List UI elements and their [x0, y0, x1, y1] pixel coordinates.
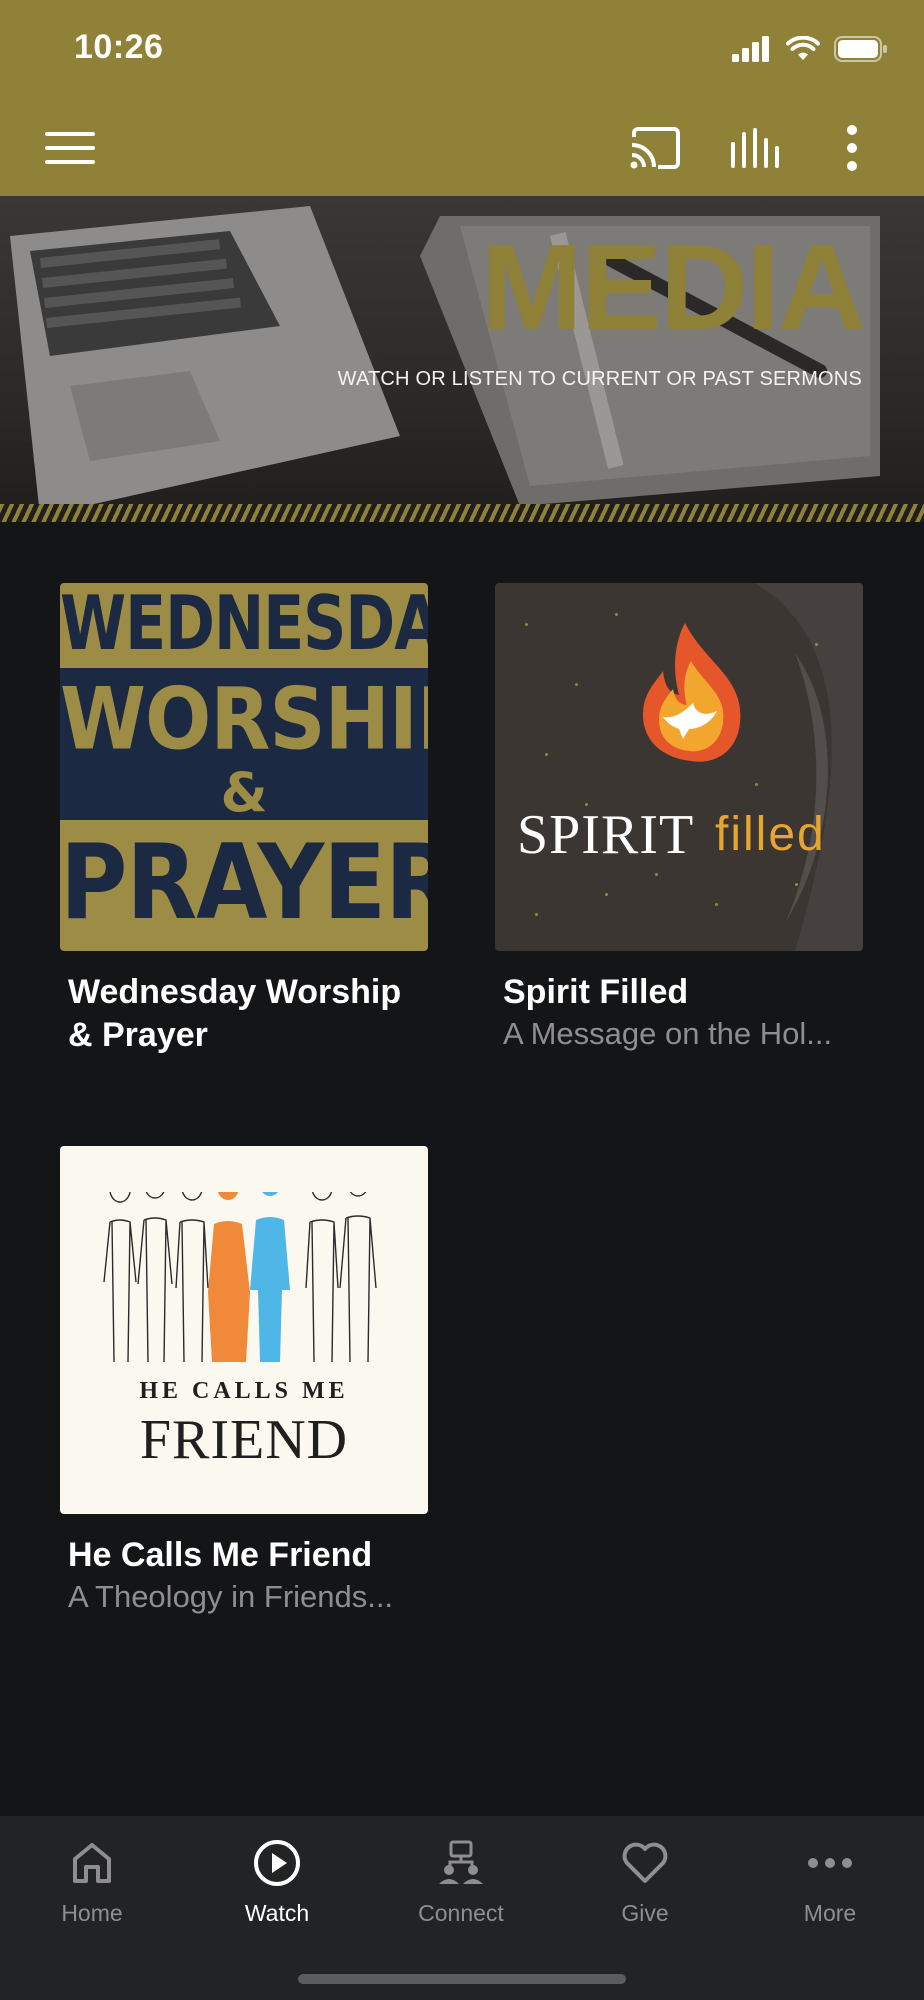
cast-icon: [630, 127, 680, 169]
card-subtitle: A Message on the Hol...: [503, 1016, 833, 1051]
tab-label: Watch: [244, 1900, 310, 1926]
tab-more[interactable]: More: [750, 1830, 910, 1940]
spirit-filled-artwork: SPIRIT filled: [495, 583, 863, 951]
dove-flame-icon: [643, 583, 863, 951]
card-title: Spirit Filled: [503, 973, 689, 1011]
card-title: He Calls Me Friend: [68, 1536, 373, 1574]
silhouettes-illustration: [103, 1192, 377, 1363]
signal-icon: [732, 36, 769, 62]
heart-icon: [622, 1842, 668, 1883]
card-title: Wednesday Worship & Prayer: [68, 973, 402, 1054]
battery-icon: [834, 36, 887, 62]
tab-connect[interactable]: Connect: [381, 1830, 541, 1940]
media-card-wednesday-worship[interactable]: WEDNESDAY WORSHIP & PRAYER Wednesday Wor…: [60, 583, 428, 1057]
hero-stripe-divider: [0, 504, 924, 522]
media-card-he-calls-me-friend[interactable]: HE CALLS ME FRIEND He Calls Me Friend A …: [60, 1146, 428, 1617]
art-line: FRIEND: [139, 1409, 349, 1471]
tab-watch[interactable]: Watch: [197, 1830, 357, 1940]
art-line: &: [220, 761, 268, 824]
bottom-tab-bar: Home Watch Connect Give More: [0, 1816, 924, 2000]
art-line: PRAYER: [60, 822, 428, 943]
art-line: WEDNESDAY: [60, 583, 428, 668]
cast-button[interactable]: [620, 118, 692, 178]
art-word: SPIRIT: [517, 804, 695, 866]
status-time: 10:26: [74, 28, 164, 66]
app-bar: [0, 100, 924, 196]
tab-label: Connect: [418, 1900, 504, 1926]
audio-button[interactable]: [720, 118, 792, 178]
play-circle-icon: [254, 1840, 300, 1886]
art-line: WORSHIP: [60, 670, 428, 770]
more-horizontal-icon: [808, 1858, 852, 1868]
tab-home[interactable]: Home: [12, 1830, 172, 1940]
more-vertical-icon: [847, 125, 857, 171]
hero-title: MEDIA: [480, 219, 866, 355]
media-card-spirit-filled[interactable]: SPIRIT filled Spirit Filled A Message on…: [495, 583, 863, 1054]
tab-give[interactable]: Give: [565, 1830, 725, 1940]
art-word: filled: [715, 808, 826, 861]
menu-button[interactable]: [30, 118, 110, 178]
card-subtitle: A Theology in Friends...: [68, 1579, 394, 1614]
media-hero-banner: MEDIA WATCH OR LISTEN TO CURRENT OR PAST…: [0, 196, 924, 522]
he-calls-me-friend-artwork: HE CALLS ME FRIEND: [60, 1146, 428, 1514]
wednesday-worship-artwork: WEDNESDAY WORSHIP & PRAYER: [60, 583, 428, 951]
menu-icon: [45, 132, 95, 164]
more-options-button[interactable]: [820, 118, 884, 178]
tab-label: Give: [621, 1900, 669, 1926]
connect-icon: [439, 1840, 483, 1884]
laptop-illustration: [10, 206, 400, 516]
art-line: HE CALLS ME: [139, 1378, 349, 1404]
status-icons: [732, 34, 888, 64]
home-icon: [73, 1843, 111, 1883]
tab-label: More: [803, 1900, 857, 1926]
hero-subtitle: WATCH OR LISTEN TO CURRENT OR PAST SERMO…: [337, 368, 862, 390]
wifi-icon: [786, 36, 820, 60]
status-bar: 10:26: [0, 0, 924, 100]
home-indicator: [298, 1974, 626, 1984]
tab-label: Home: [61, 1900, 123, 1926]
audio-bars-icon: [731, 128, 779, 168]
